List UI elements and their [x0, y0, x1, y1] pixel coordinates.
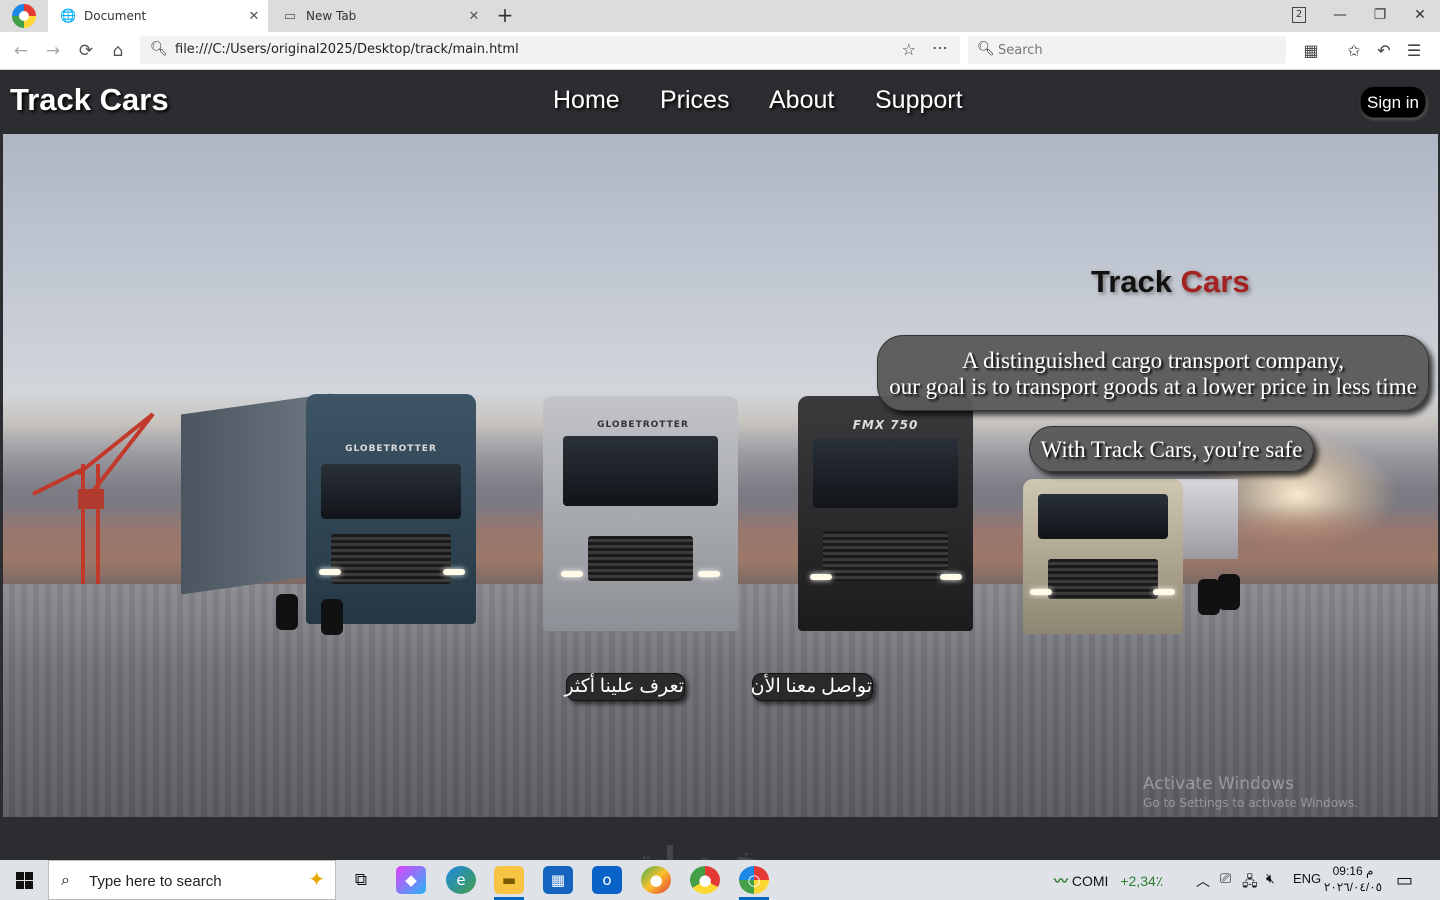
activate-windows-subtitle: Go to Settings to activate Windows. — [1143, 796, 1358, 810]
browser-navigation-bar: ← → ⟳ ⌂ 🔍︎ file:///C:/Users/original2025… — [0, 32, 1440, 70]
new-tab-button[interactable]: + — [494, 3, 516, 29]
taskbar-search-box[interactable]: ⌕ ✦ — [48, 860, 336, 900]
chrome-canary-icon[interactable]: ● — [641, 866, 671, 894]
chrome-icon[interactable]: ● — [690, 866, 720, 894]
site-watermark: خمسات — [630, 840, 759, 860]
back-button[interactable]: ← — [8, 38, 34, 64]
tab-new-tab[interactable]: ▭ New Tab ✕ — [270, 0, 488, 32]
menu-link-about[interactable]: About — [769, 86, 834, 115]
windows-taskbar: ⌕ ✦ ⧉ ◆ e ▬ ▦ o ● ● ○ 〰 COMI +2,34٪ ︿ ⎚ … — [0, 860, 1440, 900]
microsoft-store-icon[interactable]: ▦ — [543, 866, 573, 894]
description-line-2: our goal is to transport goods at a lowe… — [889, 374, 1417, 399]
browser-search-input[interactable] — [998, 40, 1268, 60]
sign-in-button[interactable]: Sign in — [1360, 86, 1426, 118]
menu-link-home[interactable]: Home — [553, 86, 620, 115]
stock-name: COMI — [1071, 873, 1109, 889]
volume-muted-icon[interactable]: 🔇︎ — [1266, 871, 1275, 887]
web-page: Track Cars Home Prices About Support Sig… — [0, 70, 1440, 860]
description-bubble: A distinguished cargo transport company,… — [877, 335, 1429, 411]
truck-blue: GLOBETROTTER — [181, 393, 481, 635]
description-line-1: A distinguished cargo transport company, — [962, 348, 1344, 373]
system-clock[interactable]: 09:16 م ٢٠٢٦/٠٤/٠٥ — [1322, 863, 1384, 895]
close-window-button[interactable]: ✕ — [1400, 0, 1440, 30]
browser-logo-icon[interactable] — [12, 4, 36, 28]
menu-icon[interactable]: ☰ — [1402, 39, 1426, 63]
contact-us-button[interactable]: تواصل معنا الأن — [751, 673, 873, 701]
close-tab-icon[interactable]: ✕ — [240, 9, 268, 24]
minimize-button[interactable]: — — [1320, 0, 1360, 30]
edge-browser-icon[interactable]: e — [446, 866, 476, 894]
browser-tab-bar: 🌐 Document ✕ ▭ New Tab ✕ + 2 — ❐ ✕ — [0, 0, 1440, 32]
truck-dark: FMX 750 — [798, 396, 978, 636]
search-icon: 🔍︎ — [150, 41, 168, 57]
menu-link-support[interactable]: Support — [875, 86, 963, 115]
file-explorer-icon[interactable]: ▬ — [494, 866, 524, 894]
task-view-icon[interactable]: ⧉ — [346, 866, 376, 894]
address-bar[interactable]: 🔍︎ file:///C:/Users/original2025/Desktop… — [140, 36, 960, 64]
taskbar-search-input[interactable] — [89, 871, 269, 891]
truck-badge: GLOBETROTTER — [597, 420, 689, 430]
notification-icon[interactable]: ▭ — [1396, 870, 1413, 891]
truck-badge: GLOBETROTTER — [345, 444, 437, 454]
truck-badge: FMX 750 — [852, 418, 919, 432]
newtab-icon: ▭ — [283, 8, 297, 24]
site-logo[interactable]: Track Cars — [10, 82, 169, 118]
browser-app-icon[interactable]: ○ — [739, 866, 769, 894]
outlook-icon[interactable]: o — [592, 866, 622, 894]
truck-silver: GLOBETROTTER — [543, 396, 743, 636]
hero-title: Track Cars — [1091, 264, 1250, 300]
search-icon: 🔍︎ — [977, 41, 995, 57]
tab-title: Document — [84, 9, 147, 23]
bookmark-star-icon[interactable]: ☆ — [902, 40, 916, 59]
activate-windows-title: Activate Windows — [1143, 774, 1294, 794]
start-button[interactable] — [0, 860, 48, 900]
url-text[interactable]: file:///C:/Users/original2025/Desktop/tr… — [175, 42, 519, 57]
language-indicator[interactable]: ENG — [1293, 871, 1321, 886]
menu-link-prices[interactable]: Prices — [660, 86, 729, 115]
tab-document[interactable]: 🌐 Document ✕ — [48, 0, 268, 32]
hero-title-track: Track — [1091, 264, 1173, 299]
clock-time: 09:16 م — [1332, 864, 1374, 878]
learn-more-button[interactable]: تعرف علينا أكثر — [564, 673, 685, 701]
copilot-sparkle-icon[interactable]: ✦ — [308, 867, 325, 891]
tab-count-badge[interactable]: 2 — [1292, 7, 1306, 23]
more-options-icon[interactable]: ⋯ — [932, 38, 948, 57]
site-header: Track Cars Home Prices About Support Sig… — [0, 70, 1440, 134]
stock-change: +2,34٪ — [1120, 873, 1164, 889]
search-icon: ⌕ — [61, 870, 70, 889]
tagline-bubble: With Track Cars, you're safe — [1029, 426, 1314, 472]
truck-beige — [1008, 479, 1243, 639]
grid-apps-icon[interactable]: ▦ — [1299, 39, 1323, 63]
copilot-app-icon[interactable]: ◆ — [396, 866, 426, 894]
harbor-crane-icon — [32, 412, 155, 594]
reload-button[interactable]: ⟳ — [73, 38, 99, 64]
home-button[interactable]: ⌂ — [105, 38, 131, 64]
network-icon[interactable]: 🖧︎ — [1242, 871, 1258, 895]
browser-search-box[interactable]: 🔍︎ — [968, 36, 1286, 64]
forward-button[interactable]: → — [40, 38, 66, 64]
chevron-up-icon[interactable]: ︿ — [1196, 871, 1210, 891]
stock-widget[interactable]: 〰 COMI +2,34٪ — [1054, 871, 1163, 891]
close-tab-icon[interactable]: ✕ — [460, 9, 488, 24]
clock-date: ٢٠٢٦/٠٤/٠٥ — [1323, 880, 1383, 894]
globe-icon: 🌐 — [60, 8, 77, 24]
restore-button[interactable]: ❐ — [1360, 0, 1400, 30]
trend-up-icon: 〰 — [1054, 873, 1068, 889]
undo-icon[interactable]: ↶ — [1372, 39, 1396, 63]
hero-title-cars: Cars — [1180, 264, 1250, 299]
hero-section: GLOBETROTTER GLOBETROTTER FMX 750 Track … — [3, 134, 1438, 817]
tab-title: New Tab — [306, 9, 357, 23]
activate-windows-watermark: Activate Windows Go to Settings to activ… — [1143, 774, 1358, 810]
meet-icon[interactable]: ⎚ — [1220, 871, 1231, 887]
favorites-icon[interactable]: ✩ — [1342, 39, 1366, 63]
windows-logo-icon — [16, 872, 24, 880]
